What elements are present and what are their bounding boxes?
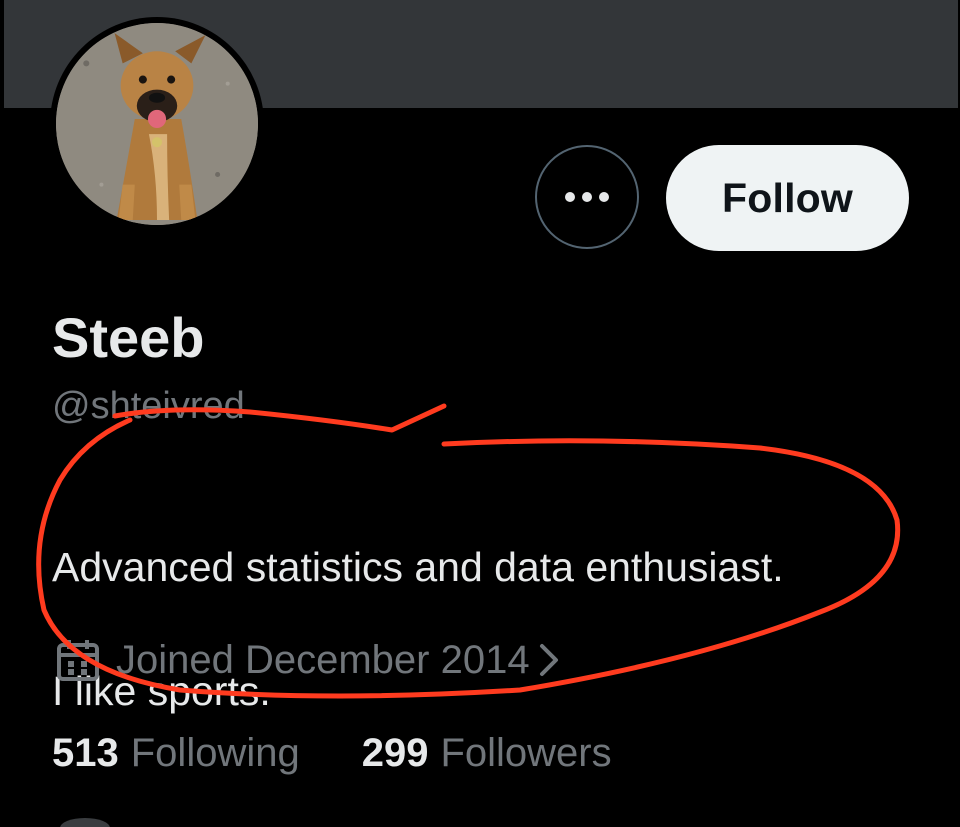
following-label: Following: [130, 730, 300, 775]
following-link[interactable]: 513 Following: [52, 731, 300, 776]
dog-photo-icon: [56, 23, 258, 225]
profile-stats: 513 Following 299 Followers: [52, 726, 612, 780]
followers-label: Followers: [440, 730, 612, 775]
chevron-right-icon: [539, 644, 558, 676]
avatar-photo: [56, 23, 258, 225]
followers-link[interactable]: 299 Followers: [362, 731, 612, 776]
next-item-avatar: [60, 818, 110, 827]
joined-date[interactable]: Joined December 2014: [54, 632, 562, 688]
calendar-icon: [57, 640, 99, 681]
follow-button[interactable]: Follow: [666, 145, 909, 251]
profile-page: Follow Steeb @shteivred Advanced statist…: [0, 0, 960, 827]
bio-line: Advanced statistics and data enthusiast.: [52, 544, 784, 590]
joined-label: Joined December 2014: [116, 637, 530, 682]
more-horizontal-icon: [565, 192, 609, 202]
more-options-button[interactable]: [535, 145, 639, 249]
user-handle: @shteivred: [52, 385, 245, 427]
avatar[interactable]: [50, 17, 264, 231]
followers-count: 299: [361, 730, 429, 775]
display-name: Steeb: [52, 306, 205, 369]
following-count: 513: [52, 730, 119, 775]
